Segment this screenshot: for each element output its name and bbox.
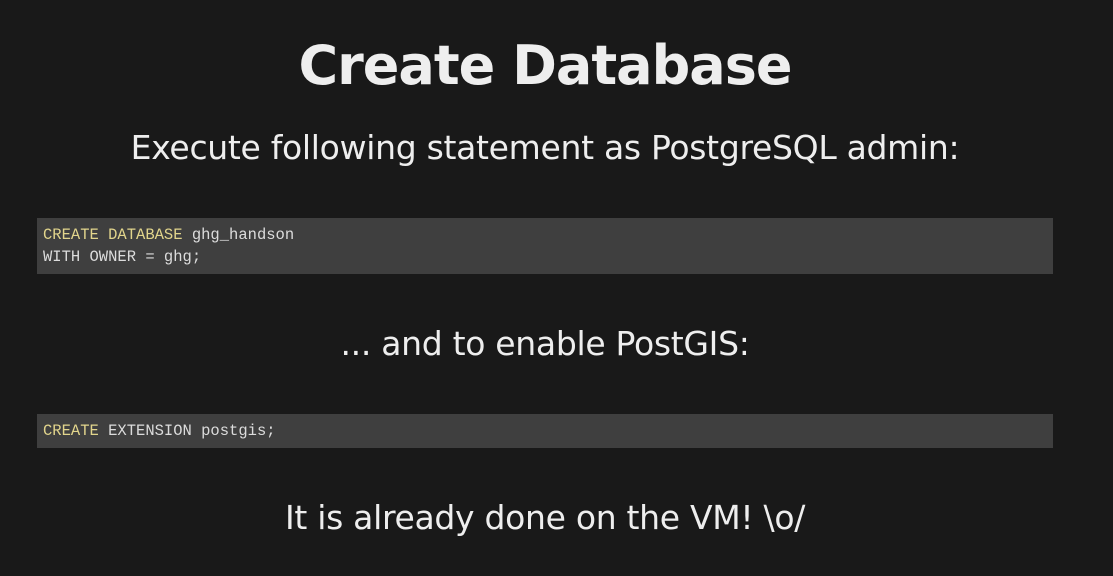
footer-text: It is already done on the VM! \o/ (284, 498, 806, 537)
code-text: ghg_handson (182, 226, 295, 244)
middle-text: ... and to enable PostGIS: (340, 324, 750, 363)
intro-text: Execute following statement as PostgreSQ… (130, 128, 960, 167)
code-keyword: CREATE (43, 422, 99, 440)
code-keyword: CREATE DATABASE (43, 226, 183, 244)
code-text: EXTENSION postgis; (98, 422, 276, 440)
code-block-create-extension: CREATE EXTENSION postgis; (37, 414, 1053, 448)
slide-title: Create Database (298, 34, 793, 97)
code-block-create-database: CREATE DATABASE ghg_handson WITH OWNER =… (37, 218, 1053, 274)
code-text: WITH OWNER = ghg; (43, 248, 202, 266)
slide: Create Database Execute following statem… (0, 0, 1113, 576)
